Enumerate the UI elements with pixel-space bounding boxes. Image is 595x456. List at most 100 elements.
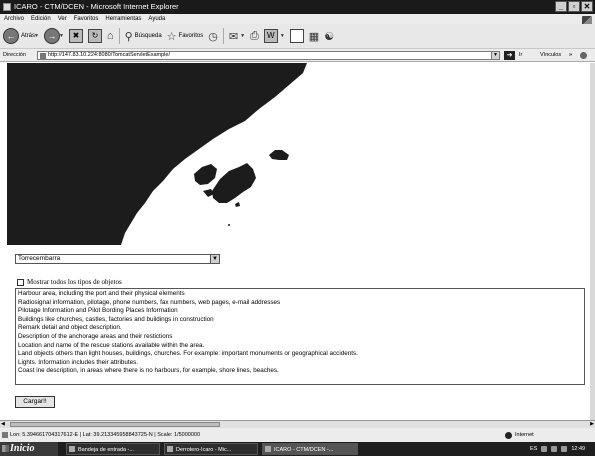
scroll-left-icon[interactable]: ◀ — [1, 421, 5, 427]
scroll-right-icon[interactable]: ▶ — [590, 421, 594, 427]
edit-dropdown-icon[interactable]: ▼ — [280, 33, 285, 39]
object-types-list[interactable]: Harbour area, including the port and the… — [15, 288, 585, 385]
tray-collapse-icon[interactable] — [541, 446, 548, 452]
go-button[interactable]: Ir — [519, 49, 522, 62]
toolbar-extra-icon[interactable] — [580, 52, 587, 59]
start-label: Inicio — [10, 443, 35, 454]
mail-dropdown-icon[interactable]: ▼ — [240, 33, 245, 39]
menu-item-archivo[interactable]: Archivo — [4, 14, 24, 24]
ie-app-icon — [265, 446, 271, 452]
toolbar: ← Atrás ▼ → ▼ ✖ ↻ ⌂ ⚲ Búsqueda ☆ Favorit… — [0, 24, 595, 49]
taskbar-item-ie[interactable]: ICARO - CTM/DCEN -... — [262, 443, 358, 455]
back-dropdown-icon[interactable]: ▼ — [34, 33, 39, 39]
window-controls: _ ▫ ✕ — [555, 1, 593, 12]
load-button[interactable]: Cargar!! — [15, 396, 55, 408]
back-arrow-icon: ← — [3, 28, 19, 44]
window-title: ICARO - CTM/DCEN - Microsoft Internet Ex… — [14, 2, 179, 11]
menu-item-edicion[interactable]: Edición — [31, 14, 51, 24]
list-item[interactable]: Harbour area, including the port and the… — [18, 290, 582, 299]
map-canvas — [7, 63, 307, 245]
search-icon: ⚲ — [124, 30, 133, 43]
address-input[interactable]: http://147.83.10.224:8080/TomcatServletE… — [37, 51, 500, 60]
taskbar-item-word[interactable]: Derrotero-Icaro - Mic... — [164, 443, 258, 455]
horizontal-scrollbar[interactable]: ◀ ▶ — [0, 420, 595, 428]
address-url: http://147.83.10.224:8080/TomcatServletE… — [48, 52, 170, 58]
address-bar: Dirección http://147.83.10.224:8080/Tomc… — [0, 49, 595, 62]
word-app-icon — [167, 446, 173, 452]
list-item[interactable]: Location and name of the rescue stations… — [18, 342, 582, 351]
task-label: Derrotero-Icaro - Mic... — [176, 447, 232, 453]
vertical-scrollbar[interactable] — [590, 63, 595, 420]
show-all-types-label: Mostrar todos los tipos de objetos — [27, 278, 122, 286]
stop-icon[interactable]: ✖ — [68, 29, 83, 43]
list-item[interactable]: Pilotage Information and Pilot Bording P… — [18, 307, 582, 316]
show-all-types-checkbox[interactable] — [17, 278, 24, 286]
ie-app-icon — [3, 3, 11, 11]
port-select[interactable]: Torrecembarra ▼ — [15, 254, 220, 264]
menu-item-favoritos[interactable]: Favoritos — [74, 14, 99, 24]
home-icon[interactable]: ⌂ — [107, 30, 114, 42]
status-bar: Lon: 5.394661704317612-E | Lat: 39.21334… — [0, 428, 595, 442]
search-button[interactable]: ⚲ Búsqueda — [125, 30, 162, 43]
minimize-button[interactable]: _ — [555, 1, 567, 12]
task-label: Bandeja de entrada -... — [78, 447, 134, 453]
clock: 12:49 — [571, 446, 586, 452]
list-item[interactable]: Lights. Information includes their attri… — [18, 359, 582, 368]
favorites-button[interactable]: ☆ Favoritos — [167, 30, 204, 43]
show-all-types-option[interactable]: Mostrar todos los tipos de objetos — [17, 278, 122, 286]
history-icon[interactable]: ◷ — [208, 30, 218, 43]
search-label: Búsqueda — [134, 33, 162, 39]
map-mainland — [7, 63, 307, 245]
language-indicator[interactable]: ES — [530, 442, 537, 456]
list-item[interactable]: Buildings like churches, castles, factor… — [18, 316, 582, 325]
print-icon[interactable]: ⎙ — [250, 30, 259, 43]
edit-icon[interactable]: W — [263, 29, 278, 43]
map-island-cabrera — [235, 202, 240, 207]
internet-globe-icon — [505, 431, 512, 439]
list-item[interactable]: Radiosignal information, pilotage, phone… — [18, 299, 582, 308]
toolbar-separator — [222, 28, 224, 44]
menu-item-herramientas[interactable]: Herramientas — [105, 14, 141, 24]
map-island-mallorca — [212, 163, 256, 203]
chevron-down-icon[interactable]: ▼ — [210, 255, 219, 263]
messenger-icon[interactable]: ☯ — [324, 30, 334, 43]
start-button[interactable]: Inicio — [0, 442, 58, 456]
list-item[interactable]: Land objects others than light houses, b… — [18, 350, 582, 359]
volume-icon[interactable] — [561, 446, 568, 452]
refresh-icon[interactable]: ↻ — [87, 29, 102, 43]
list-item[interactable]: Coast ine description, in areas where th… — [18, 367, 582, 376]
favorites-label: Favoritos — [178, 33, 204, 39]
zone-label: Internet — [515, 432, 534, 438]
links-button[interactable]: Vínculos — [540, 49, 561, 62]
windows-flag-icon — [2, 445, 9, 452]
menu-bar: Archivo Edición Ver Favoritos Herramient… — [0, 14, 595, 24]
research-icon[interactable]: ▦ — [309, 30, 319, 43]
scrollbar-thumb[interactable] — [10, 422, 220, 427]
security-zone: Internet — [505, 428, 534, 442]
menu-item-ayuda[interactable]: Ayuda — [148, 14, 165, 24]
list-item[interactable]: Description of the anchorage areas and t… — [18, 333, 582, 342]
forward-arrow-icon: → — [43, 28, 60, 44]
go-arrow-icon[interactable]: ➜ — [504, 51, 515, 60]
mail-icon[interactable]: ✉ — [229, 30, 238, 43]
taskbar-item-mail[interactable]: Bandeja de entrada -... — [66, 443, 160, 455]
address-label: Dirección — [3, 52, 26, 58]
mail-app-icon — [69, 446, 75, 452]
nautical-map[interactable] — [7, 63, 590, 245]
port-select-value: Torrecembarra — [18, 255, 61, 262]
discuss-icon[interactable] — [289, 29, 304, 43]
list-item[interactable]: Remark detail and object description. — [18, 324, 582, 333]
map-island-menorca — [269, 150, 289, 160]
page-viewport: Torrecembarra ▼ Mostrar todos los tipos … — [7, 63, 590, 420]
menu-item-ver[interactable]: Ver — [58, 14, 67, 24]
address-dropdown-icon[interactable]: ▼ — [491, 52, 499, 59]
forward-dropdown-icon[interactable]: ▼ — [59, 33, 64, 39]
tray-app-icon[interactable] — [551, 446, 558, 452]
maximize-button[interactable]: ▫ — [568, 1, 580, 12]
forward-button[interactable]: → ▼ — [43, 28, 64, 44]
back-button[interactable]: ← Atrás ▼ — [3, 28, 39, 44]
close-button[interactable]: ✕ — [581, 1, 593, 12]
status-page-icon — [2, 432, 8, 438]
toolbar-separator — [118, 28, 120, 44]
links-more-icon[interactable]: » — [569, 49, 572, 62]
